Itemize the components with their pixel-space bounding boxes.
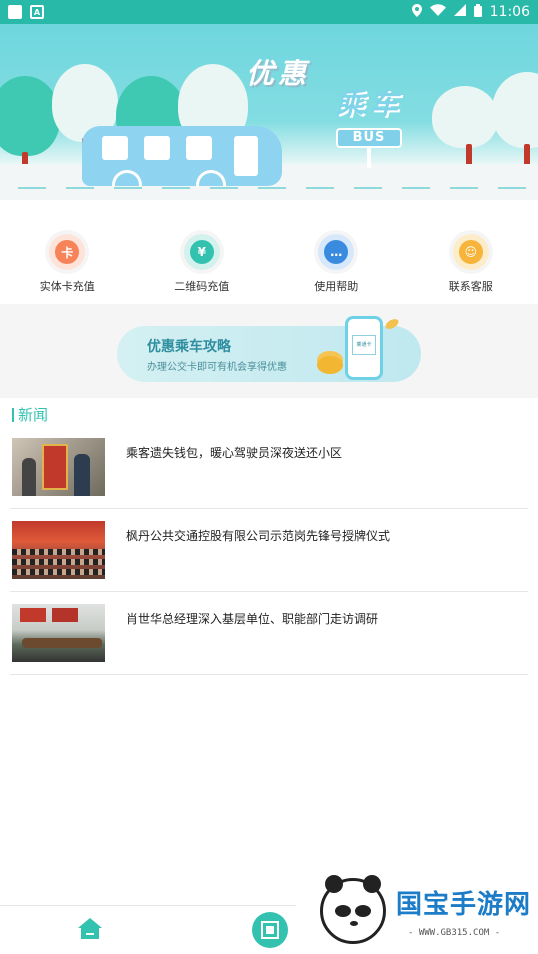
- tree-icon: [0, 76, 60, 156]
- news-thumbnail: [12, 604, 105, 662]
- bus-door: [234, 136, 258, 176]
- promo-title: 优惠乘车攻略: [147, 339, 231, 355]
- section-bar: [12, 407, 14, 422]
- news-item[interactable]: 肖世华总经理深入基层单位、职能部门走访调研: [10, 592, 528, 675]
- bus-wheel: [196, 170, 226, 186]
- qr-glyph: [261, 921, 279, 939]
- photo-person: [22, 458, 36, 496]
- news-title: 乘客遗失钱包，暖心驾驶员深夜送还小区: [126, 446, 343, 460]
- action-label: 二维码充值: [174, 280, 230, 293]
- action-physical-card-recharge[interactable]: 卡 实体卡充值: [0, 218, 135, 302]
- road-dash: [402, 187, 430, 189]
- banner-title-line1: 优惠: [246, 57, 311, 90]
- news-list: 乘客遗失钱包，暖心驾驶员深夜送还小区 枫丹公共交通控股有限公司示范岗先锋号授牌仪…: [0, 426, 538, 675]
- leaf-icon: [383, 317, 401, 331]
- tree-trunk: [466, 144, 472, 166]
- news-thumbnail: [12, 438, 105, 496]
- action-help[interactable]: … 使用帮助: [269, 218, 404, 302]
- bus-illustration: [82, 126, 282, 186]
- site-watermark: 国宝手游网 - WWW.GB315.COM -: [296, 866, 538, 954]
- promo-subtitle: 办理公交卡即可有机会享得优惠: [147, 362, 287, 373]
- status-bar: A 11:06: [0, 0, 538, 24]
- news-thumbnail: [12, 521, 105, 579]
- qr-recharge-glyph: ¥: [189, 240, 214, 264]
- quick-actions: 卡 实体卡充值 ¥ 二维码充值 … 使用帮助 ☺ 联系客服: [0, 218, 538, 302]
- road-dash: [162, 187, 190, 189]
- bus-window: [186, 136, 212, 160]
- action-customer-service[interactable]: ☺ 联系客服: [404, 218, 538, 302]
- photo-person: [74, 454, 90, 496]
- bus-stop-sign: BUS: [336, 128, 402, 148]
- panda-nose: [350, 921, 358, 926]
- photo-pennant: [42, 444, 68, 490]
- promo-section: 优惠乘车攻略 办理公交卡即可有机会享得优惠 乘通卡: [0, 304, 538, 398]
- home-door: [86, 933, 94, 935]
- watermark-url: - WWW.GB315.COM -: [408, 928, 501, 938]
- wifi-icon: [429, 4, 446, 20]
- a-icon: A: [30, 5, 44, 19]
- banner-title-line2: 乘车: [336, 87, 405, 120]
- signal-icon: [453, 4, 466, 20]
- road-dash: [306, 187, 334, 189]
- action-label: 使用帮助: [314, 280, 359, 293]
- customer-service-icon: ☺: [452, 234, 489, 270]
- tree-icon: [432, 86, 498, 148]
- bus-stop-pole: [367, 148, 371, 168]
- road-dash: [114, 187, 142, 189]
- watermark-title: 国宝手游网: [396, 890, 532, 920]
- ride-guide-card[interactable]: 优惠乘车攻略 办理公交卡即可有机会享得优惠 乘通卡: [117, 316, 421, 382]
- customer-service-glyph: ☺: [458, 240, 483, 264]
- photo-table: [22, 638, 102, 648]
- photo-audience-row: [12, 559, 105, 565]
- qr-recharge-icon: ¥: [183, 234, 220, 270]
- square-icon: [8, 5, 22, 19]
- action-qr-recharge[interactable]: ¥ 二维码充值: [135, 218, 270, 302]
- news-section-title: 新闻: [18, 406, 49, 424]
- clock-time: 11:06: [489, 4, 530, 20]
- news-section-header: 新闻: [12, 404, 48, 425]
- action-label: 联系客服: [448, 280, 493, 293]
- qr-scan-icon[interactable]: [252, 912, 288, 948]
- road-dash: [450, 187, 478, 189]
- photo-board: [20, 608, 46, 622]
- phone-icon: 乘通卡: [345, 316, 383, 380]
- photo-audience-row: [12, 569, 105, 575]
- panda-eye: [335, 905, 351, 917]
- panda-ear: [363, 875, 381, 893]
- road-dash: [66, 187, 94, 189]
- photo-audience-row: [12, 549, 105, 555]
- news-title: 枫丹公共交通控股有限公司示范岗先锋号授牌仪式: [126, 529, 391, 543]
- road-dash: [354, 187, 382, 189]
- road-dash: [210, 187, 238, 189]
- bus-window: [102, 136, 128, 160]
- road-dash: [258, 187, 286, 189]
- tree-icon: [492, 72, 538, 148]
- photo-board: [52, 608, 78, 622]
- help-chat-glyph: …: [324, 240, 349, 264]
- physical-card-glyph: 卡: [55, 240, 80, 264]
- bus-wheel: [112, 170, 142, 186]
- road-dash: [498, 187, 526, 189]
- battery-icon: [473, 3, 482, 21]
- news-item[interactable]: 枫丹公共交通控股有限公司示范岗先锋号授牌仪式: [10, 509, 528, 592]
- panda-eye: [355, 905, 371, 917]
- promo-banner[interactable]: 优惠 乘车 BUS: [0, 24, 538, 200]
- news-title: 肖世华总经理深入基层单位、职能部门走访调研: [126, 612, 379, 626]
- bus-window: [144, 136, 170, 160]
- physical-card-icon: 卡: [49, 234, 86, 270]
- coins-icon: [317, 356, 343, 374]
- tree-trunk: [524, 144, 530, 166]
- home-icon[interactable]: [78, 918, 102, 940]
- panda-ear: [325, 875, 343, 893]
- help-chat-icon: …: [318, 234, 355, 270]
- action-label: 实体卡充值: [39, 280, 95, 293]
- panda-logo-icon: [320, 875, 386, 944]
- phone-card-label: 乘通卡: [352, 335, 376, 355]
- location-icon: [411, 3, 422, 21]
- news-item[interactable]: 乘客遗失钱包，暖心驾驶员深夜送还小区: [10, 426, 528, 509]
- road-dash: [18, 187, 46, 189]
